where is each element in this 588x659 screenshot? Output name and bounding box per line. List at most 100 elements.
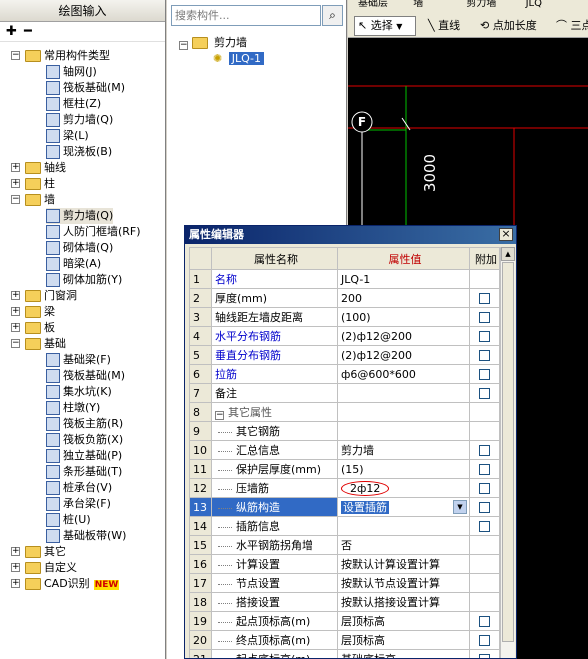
property-value-cell[interactable]: 按默认计算设置计算 <box>337 554 470 574</box>
tree-item[interactable]: 集水坑(K) <box>46 384 112 400</box>
collapse-all-icon[interactable]: ━ <box>24 25 32 38</box>
extra-checkbox[interactable] <box>479 521 490 532</box>
property-value-cell[interactable]: ф6@600*600 <box>337 364 470 384</box>
tree-item[interactable]: 柱墩(Y) <box>46 400 100 416</box>
search-icon[interactable]: ⌕ <box>322 5 343 26</box>
component-dropdown[interactable]: 剪力墙 <box>466 0 496 9</box>
extra-checkbox[interactable] <box>479 654 490 658</box>
collapse-icon[interactable]: − <box>11 339 20 348</box>
expand-icon[interactable]: + <box>11 563 20 572</box>
tree-item[interactable]: 筏板基础(M) <box>46 80 125 96</box>
tree-folder[interactable]: + 板 <box>11 320 55 336</box>
property-row[interactable]: 8− 其它属性 <box>189 402 500 422</box>
extra-checkbox[interactable] <box>479 388 490 399</box>
property-row[interactable]: 6 拉筋 ф6@600*600 <box>189 364 500 384</box>
property-value-cell[interactable]: 2ф12 <box>337 478 470 498</box>
property-value-cell[interactable]: 剪力墙 <box>337 440 470 460</box>
tree-item[interactable]: 独立基础(P) <box>46 448 122 464</box>
tree-item[interactable]: 框柱(Z) <box>46 96 101 112</box>
extra-checkbox[interactable] <box>479 293 490 304</box>
tree-child[interactable]: ✺ JLQ-1 <box>213 51 265 67</box>
tree-item[interactable]: 现浇板(B) <box>46 144 112 160</box>
tree-item[interactable]: 砌体墙(Q) <box>46 240 113 256</box>
property-value-cell[interactable]: (2)ф12@200 <box>337 326 470 346</box>
collapse-icon[interactable]: − <box>179 41 188 50</box>
property-row[interactable]: 1 名称 JLQ-1 <box>189 269 500 289</box>
property-row[interactable]: 18 搭接设置 按默认搭接设置计算 <box>189 592 500 612</box>
expand-icon[interactable]: + <box>11 579 20 588</box>
chevron-down-icon[interactable]: ▼ <box>453 500 467 514</box>
expand-icon[interactable]: + <box>11 163 20 172</box>
tree-folder[interactable]: + 其它 <box>11 544 66 560</box>
select-button[interactable]: ↖ 选择 ▼ <box>354 16 416 36</box>
extra-checkbox[interactable] <box>479 369 490 380</box>
property-row[interactable]: 16 计算设置 按默认计算设置计算 <box>189 554 500 574</box>
property-row[interactable]: 20 终点顶标高(m) 层顶标高 <box>189 630 500 650</box>
property-value-cell[interactable]: 否 <box>337 535 470 555</box>
property-value-cell[interactable]: 层顶标高 <box>337 611 470 631</box>
property-row[interactable]: 3 轴线距左墙皮距离 (100) <box>189 307 500 327</box>
three-point-button[interactable]: ⌒ 三点 <box>556 18 588 34</box>
property-row[interactable]: 14 插筋信息 <box>189 516 500 536</box>
extra-checkbox[interactable] <box>479 635 490 646</box>
expand-icon[interactable]: + <box>11 323 20 332</box>
tree-folder[interactable]: − 基础 <box>11 336 66 352</box>
property-value-cell[interactable]: (100) <box>337 307 470 327</box>
property-row[interactable]: 9 其它钢筋 <box>189 421 500 441</box>
tree-folder[interactable]: − 常用构件类型 <box>11 48 110 64</box>
tree-item[interactable]: 轴网(J) <box>46 64 97 80</box>
property-value-cell[interactable]: (15) <box>337 459 470 479</box>
expand-icon[interactable]: + <box>11 307 20 316</box>
expand-all-icon[interactable]: ✚ <box>6 25 17 38</box>
tree-item[interactable]: 剪力墙(Q) <box>46 208 114 224</box>
extra-checkbox[interactable] <box>479 331 490 342</box>
tree-folder[interactable]: + 梁 <box>11 304 55 320</box>
scroll-up-icon[interactable]: ▲ <box>501 247 515 261</box>
property-row[interactable]: 2 厚度(mm) 200 <box>189 288 500 308</box>
collapse-icon[interactable]: − <box>215 411 224 420</box>
property-value-cell[interactable]: (2)ф12@200 <box>337 345 470 365</box>
type-dropdown[interactable]: 墙 <box>413 0 423 9</box>
tree-item[interactable]: 梁(L) <box>46 128 89 144</box>
tree-item[interactable]: 砌体加筋(Y) <box>46 272 122 288</box>
tree-root[interactable]: − 剪力墙 <box>179 35 247 51</box>
tree-item[interactable]: 筏板负筋(X) <box>46 432 123 448</box>
search-input[interactable]: 搜索构件... <box>171 5 321 26</box>
tree-item[interactable]: 基础梁(F) <box>46 352 111 368</box>
property-row[interactable]: 12 压墙筋 2ф12 <box>189 478 500 498</box>
property-value-cell[interactable]: 按默认节点设置计算 <box>337 573 470 593</box>
property-row[interactable]: 15 水平钢筋拐角增 否 <box>189 535 500 555</box>
vertical-scrollbar[interactable]: ▲ <box>500 247 515 658</box>
floor-dropdown[interactable]: 基础层 <box>358 0 388 9</box>
tree-item[interactable]: 条形基础(T) <box>46 464 122 480</box>
tree-item[interactable]: 暗梁(A) <box>46 256 101 272</box>
tree-folder[interactable]: + 自定义 <box>11 560 77 576</box>
property-value-cell[interactable]: JLQ-1 <box>337 269 470 289</box>
property-value-cell[interactable]: 设置插筋 ▼ <box>337 497 470 517</box>
expand-icon[interactable]: + <box>11 547 20 556</box>
line-button[interactable]: ╲ 直线 <box>428 18 460 34</box>
property-row[interactable]: 10 汇总信息 剪力墙 <box>189 440 500 460</box>
extra-checkbox[interactable] <box>479 616 490 627</box>
property-value-cell[interactable]: 200 <box>337 288 470 308</box>
property-row[interactable]: 11 保护层厚度(mm) (15) <box>189 459 500 479</box>
property-value-cell[interactable] <box>337 383 470 403</box>
extra-checkbox[interactable] <box>479 312 490 323</box>
close-icon[interactable]: × <box>499 228 513 241</box>
tree-folder[interactable]: + 柱 <box>11 176 55 192</box>
expand-icon[interactable]: + <box>11 291 20 300</box>
property-value-cell[interactable] <box>337 421 470 441</box>
tree-item[interactable]: 人防门框墙(RF) <box>46 224 141 240</box>
extra-checkbox[interactable] <box>479 350 490 361</box>
collapse-icon[interactable]: − <box>11 51 20 60</box>
property-row[interactable]: 21 起点底标高(m) 基础底标高 <box>189 649 500 658</box>
property-row[interactable]: 5 垂直分布钢筋 (2)ф12@200 <box>189 345 500 365</box>
tree-item[interactable]: 基础板带(W) <box>46 528 126 544</box>
property-row[interactable]: 19 起点顶标高(m) 层顶标高 <box>189 611 500 631</box>
extra-checkbox[interactable] <box>479 445 490 456</box>
property-value-cell[interactable] <box>337 402 470 422</box>
tree-folder[interactable]: + 门窗洞 <box>11 288 77 304</box>
extra-checkbox[interactable] <box>479 483 490 494</box>
tree-item[interactable]: 筏板主筋(R) <box>46 416 123 432</box>
tree-item[interactable]: 桩承台(V) <box>46 480 112 496</box>
